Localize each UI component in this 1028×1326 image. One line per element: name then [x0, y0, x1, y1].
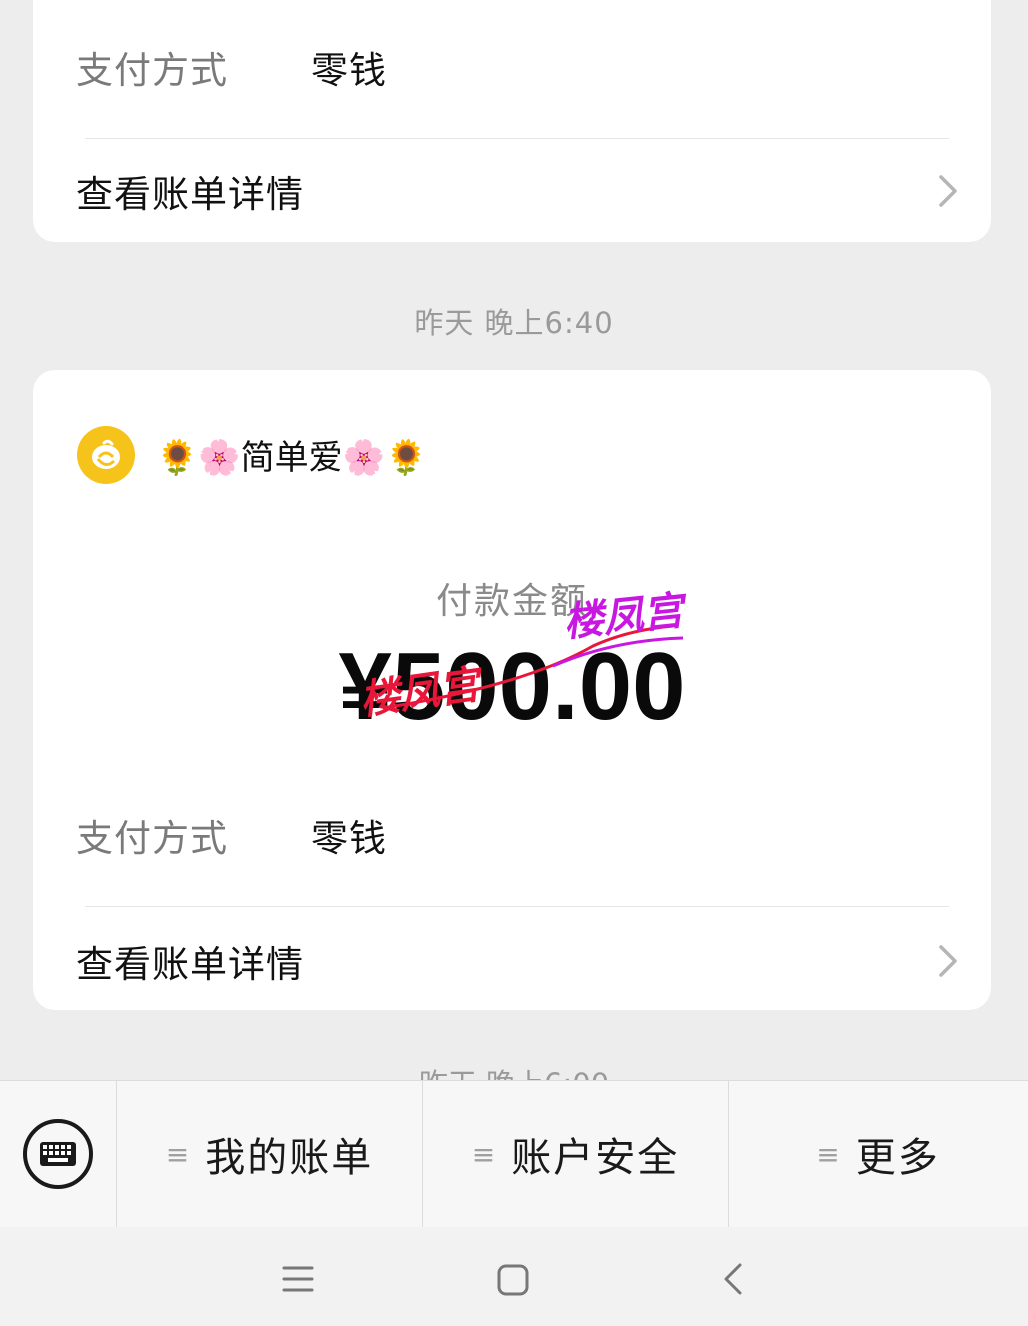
- menu-more[interactable]: ≡ 更多: [729, 1081, 1027, 1227]
- payment-method-label: 支付方式: [76, 817, 228, 860]
- menu-item-label: 我的账单: [205, 1135, 374, 1181]
- chevron-right-icon: [939, 945, 957, 977]
- keyboard-toggle-button[interactable]: [0, 1081, 117, 1227]
- bottom-menu-bar: ≡ 我的账单 ≡ 账户安全 ≡ 更多: [0, 1080, 1028, 1227]
- keyboard-icon: [23, 1119, 93, 1189]
- view-bill-details-link[interactable]: 查看账单详情: [76, 926, 961, 996]
- menu-lines-icon: ≡: [471, 1137, 498, 1171]
- amount-label: 付款金额: [435, 581, 588, 622]
- menu-my-bills[interactable]: ≡ 我的账单: [117, 1081, 423, 1227]
- view-bill-details-label: 查看账单详情: [76, 173, 304, 216]
- divider: [85, 138, 949, 139]
- system-navigation-bar: [0, 1227, 1028, 1326]
- menu-item-label: 账户安全: [511, 1135, 680, 1181]
- chevron-right-icon: [939, 175, 957, 207]
- divider: [85, 906, 949, 907]
- view-bill-details-link[interactable]: 查看账单详情: [76, 156, 961, 226]
- back-icon[interactable]: [720, 1261, 746, 1297]
- menu-icon[interactable]: [282, 1265, 314, 1293]
- payment-method-value: 零钱: [311, 49, 387, 92]
- view-bill-details-label: 查看账单详情: [76, 943, 304, 986]
- payment-method-value: 零钱: [311, 817, 387, 860]
- home-icon[interactable]: [496, 1263, 530, 1297]
- payment-receipt-card[interactable]: 🌻🌸简单爱🌸🌻 付款金额 ¥500.00 楼凤宫 楼凤宫 支付方式 零钱 查看账…: [33, 370, 991, 1010]
- menu-lines-icon: ≡: [165, 1137, 192, 1171]
- lemon-avatar-icon: [77, 426, 135, 484]
- message-timestamp-partial: 昨天 晚上6:00: [0, 1064, 1028, 1080]
- payment-method-label: 支付方式: [76, 49, 228, 92]
- merchant-name: 🌻🌸简单爱🌸🌻: [156, 438, 428, 478]
- menu-lines-icon: ≡: [816, 1137, 842, 1171]
- menu-item-label: 更多: [855, 1135, 940, 1181]
- message-timestamp: 昨天 晚上6:40: [414, 306, 614, 340]
- amount-value: ¥500.00: [338, 633, 686, 740]
- top-transaction-card: 支付方式 零钱 查看账单详情: [33, 0, 991, 242]
- menu-account-security[interactable]: ≡ 账户安全: [423, 1081, 729, 1227]
